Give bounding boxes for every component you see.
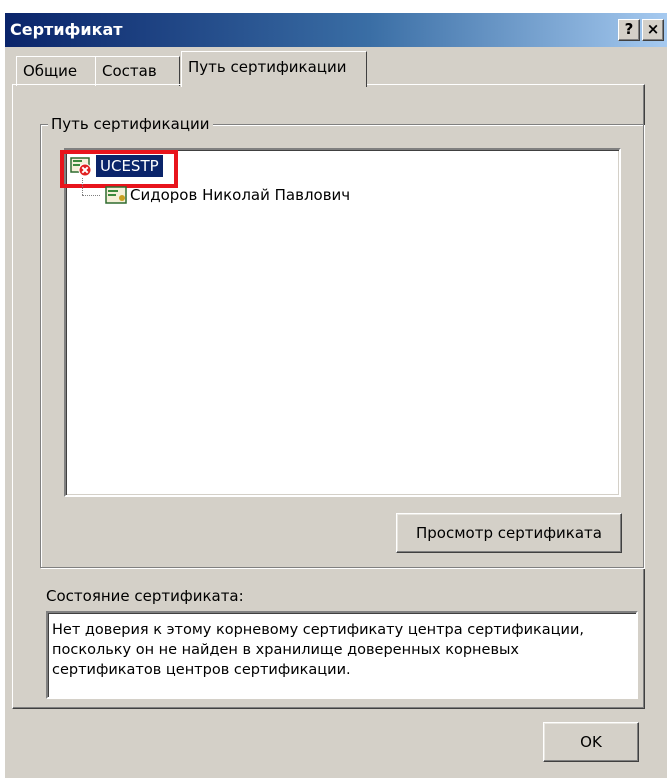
close-button[interactable]: × — [642, 19, 664, 41]
ok-button[interactable]: OK — [543, 722, 639, 762]
tab-details[interactable]: Состав — [95, 56, 180, 86]
cert-path-group-label: Путь сертификации — [48, 115, 213, 133]
tree-connector — [82, 178, 83, 195]
tab-general[interactable]: Общие — [16, 56, 96, 86]
window-title: Сертификат — [10, 20, 123, 39]
certificate-icon — [104, 184, 128, 206]
certificate-status-text: Нет доверия к этому корневому сертификат… — [46, 611, 638, 699]
tree-connector-horizontal — [82, 195, 100, 196]
title-bar[interactable]: Сертификат ? × — [5, 13, 667, 47]
certificate-status-label: Состояние сертификата: — [46, 587, 244, 605]
tree-node-child-label: Сидоров Николай Павлович — [130, 186, 351, 204]
tab-certification-path[interactable]: Путь сертификации — [181, 51, 367, 87]
active-tab-join — [182, 84, 366, 87]
help-button[interactable]: ? — [618, 19, 640, 41]
annotation-highlight-box — [60, 150, 178, 188]
view-certificate-button[interactable]: Просмотр сертификата — [396, 513, 622, 553]
